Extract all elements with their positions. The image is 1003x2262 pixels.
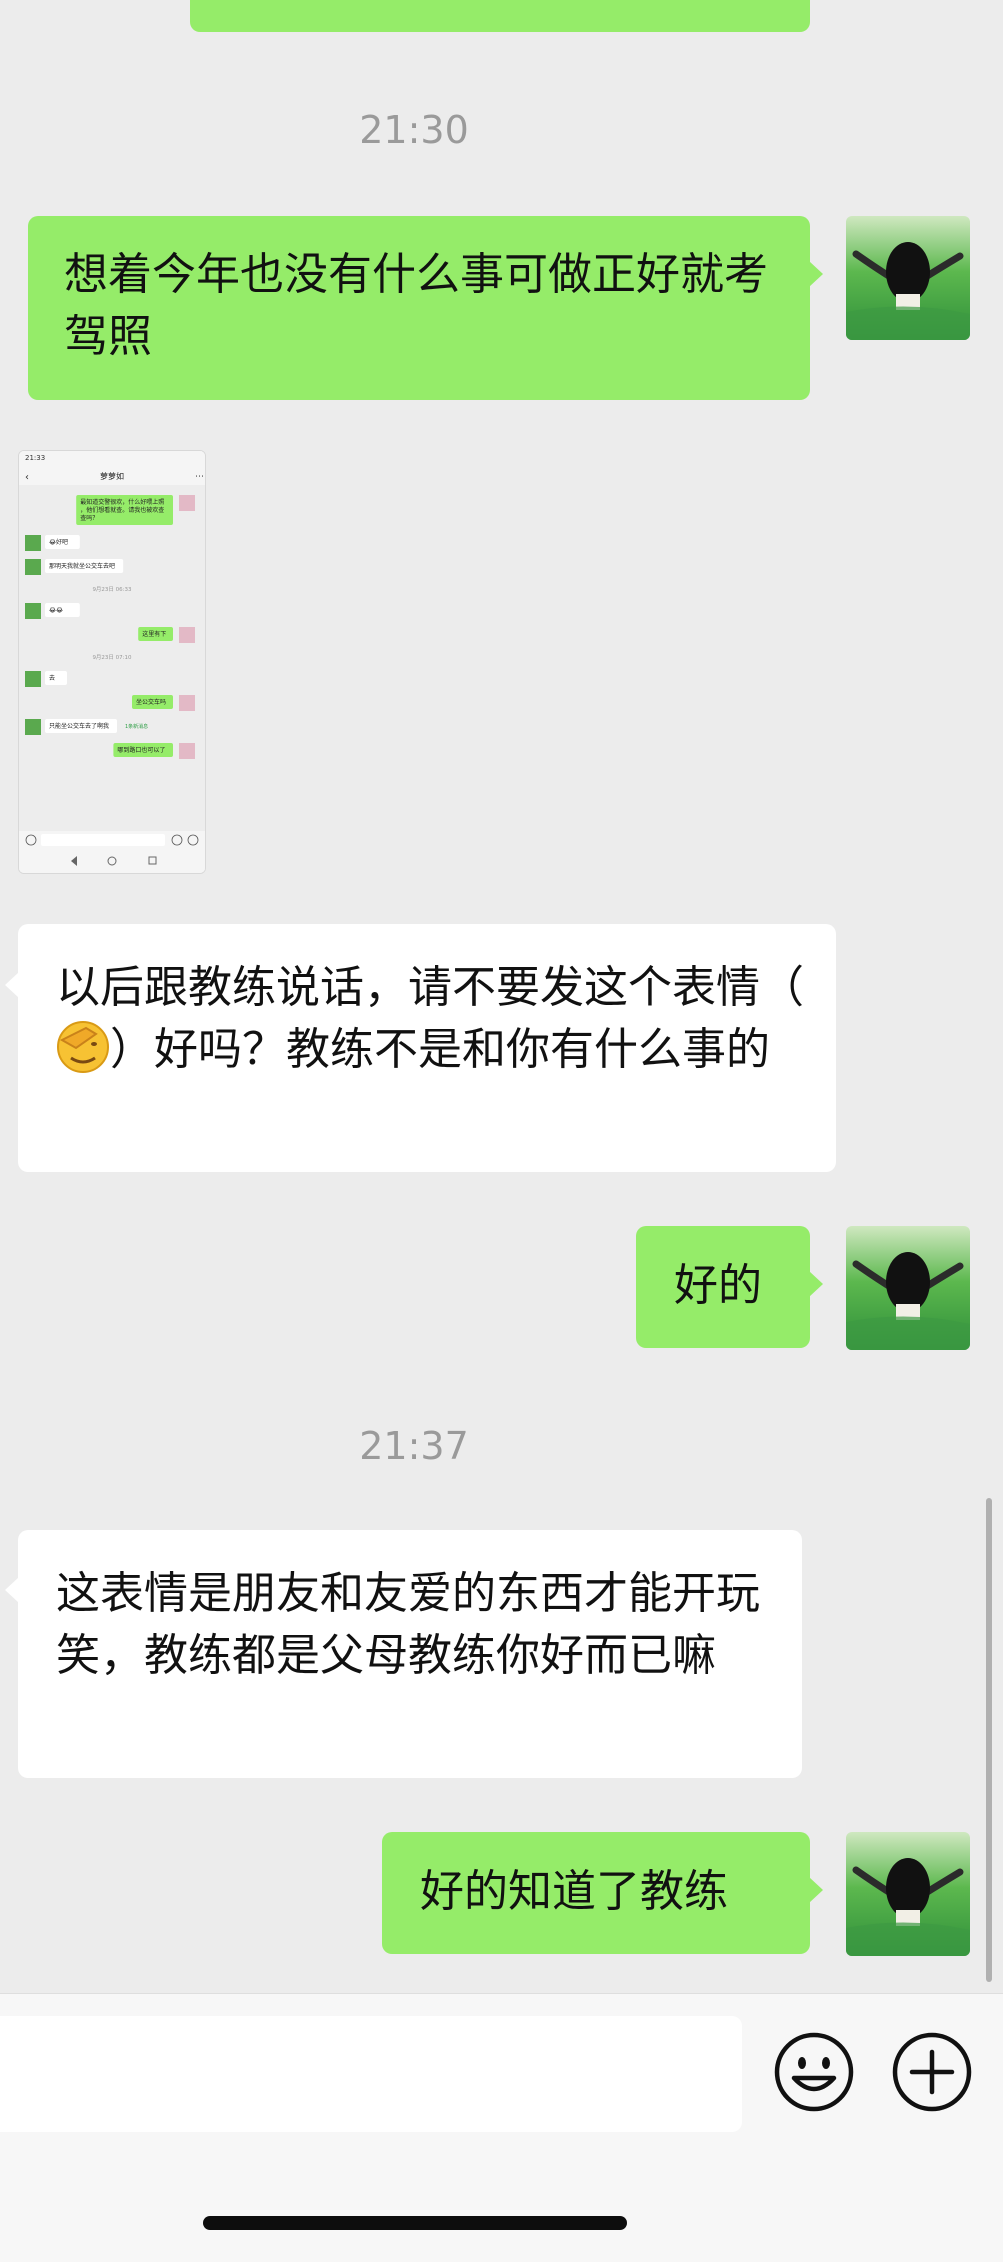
avatar-image xyxy=(846,1832,970,1956)
avatar-self[interactable] xyxy=(846,1226,970,1350)
facepalm-emoji xyxy=(56,1020,110,1074)
bubble-tail xyxy=(5,1577,19,1603)
thumb-back-icon: ‹ xyxy=(25,472,29,483)
home-indicator[interactable] xyxy=(203,2216,627,2230)
thumb-avatar-self xyxy=(179,695,195,711)
avatar-image xyxy=(846,1226,970,1350)
bubble-tail xyxy=(5,972,19,998)
message-text: 以后跟教练说话，请不要发这个表情（ xyxy=(56,962,804,1013)
chat-area[interactable]: 21:30 想着今年也没有什么事可做正好就考驾照 21:33 ‹ 萝萝如 ⋯ 最知道交警… xyxy=(0,0,1003,1993)
message-bubble-received[interactable]: 这表情是朋友和友爱的东西才能开玩笑，教练都是父母教练你好而已嘛 xyxy=(18,1530,802,1778)
message-text: 想着今年也没有什么事可做正好就考驾照 xyxy=(64,249,768,362)
message-text: 好的 xyxy=(674,1260,762,1311)
bubble-tail xyxy=(809,1877,823,1903)
timestamp: 21:30 xyxy=(359,108,469,152)
message-input[interactable] xyxy=(0,2016,742,2132)
avatar-self[interactable] xyxy=(846,1832,970,1956)
thumb-message-text: ，他们想看就查。请我也被欢查 xyxy=(80,506,164,514)
thumb-timestamp: 9月23日 07:10 xyxy=(92,654,132,661)
message-bubble-sent[interactable]: 好的知道了教练 xyxy=(382,1832,810,1954)
thumb-avatar-self xyxy=(179,743,195,759)
thumb-avatar-other xyxy=(25,603,41,619)
bubble-tail xyxy=(809,1271,823,1297)
thumb-message-text: 只能坐公交车去了啊我 xyxy=(49,722,109,730)
message-bubble-sent[interactable]: 想着今年也没有什么事可做正好就考驾照 xyxy=(28,216,810,400)
message-text: 这表情是朋友和友爱的东西才能开玩笑，教练都是父母教练你好而已嘛 xyxy=(56,1568,760,1681)
thumb-message-text: 😂😂 xyxy=(49,607,63,614)
thumb-title: 萝萝如 xyxy=(100,471,124,481)
message-bubble-partial[interactable] xyxy=(190,0,810,32)
thumb-timestamp: 9月23日 06:33 xyxy=(92,586,132,593)
thumb-status-time: 21:33 xyxy=(25,454,45,462)
smiley-icon[interactable] xyxy=(772,2030,856,2114)
thumb-more-icon: ⋯ xyxy=(195,472,204,482)
thumb-message-text: 那明天我就坐公交车去吧 xyxy=(49,562,115,570)
thumb-avatar-other xyxy=(25,671,41,687)
thumb-input-box xyxy=(41,834,165,846)
avatar-self[interactable] xyxy=(846,216,970,340)
thumb-message-text: 最知道交警很欢，什么好喂上照 xyxy=(80,498,164,506)
bubble-tail xyxy=(809,261,823,287)
thumb-avatar-other xyxy=(25,559,41,575)
thumb-message-text: 哪到路口也可以了 xyxy=(117,746,165,754)
thumb-avatar-other xyxy=(25,535,41,551)
input-bar xyxy=(0,1993,1003,2262)
plus-icon[interactable] xyxy=(890,2030,974,2114)
attachment-screenshot: 21:33 ‹ 萝萝如 ⋯ 最知道交警很欢，什么好喂上照，他们想看就查。请我也被欢查查吗… xyxy=(19,451,205,873)
timestamp: 21:37 xyxy=(359,1424,469,1468)
image-attachment[interactable]: 21:33 ‹ 萝萝如 ⋯ 最知道交警很欢，什么好喂上照 ，他们想看就查。请我也被欢查 查吗… xyxy=(18,450,206,874)
message-bubble-received[interactable]: 以后跟教练说话，请不要发这个表情（ ）好吗？教练不是和你有什么事的 xyxy=(18,924,836,1172)
message-text: 好的知道了教练 xyxy=(420,1866,728,1917)
thumb-nav-bar xyxy=(19,849,205,873)
thumb-message-text: 😂好吧 xyxy=(49,538,68,546)
thumb-avatar-self xyxy=(179,495,195,511)
thumb-message-text: 查吗？ xyxy=(80,514,98,522)
message-text-continued: ）好吗？教练不是和你有什么事的 xyxy=(110,1024,770,1075)
scrollbar[interactable] xyxy=(986,1498,992,1982)
thumb-avatar-self xyxy=(179,627,195,643)
thumb-message-text: 坐公交车吗 xyxy=(136,698,166,706)
thumb-new-message-tag: 1条新消息 xyxy=(125,723,148,730)
message-bubble-sent[interactable]: 好的 xyxy=(636,1226,810,1348)
thumb-message-text: 去 xyxy=(49,674,55,682)
avatar-image xyxy=(846,216,970,340)
thumb-message-text: 这里有下 xyxy=(142,630,166,638)
thumb-avatar-other xyxy=(25,719,41,735)
